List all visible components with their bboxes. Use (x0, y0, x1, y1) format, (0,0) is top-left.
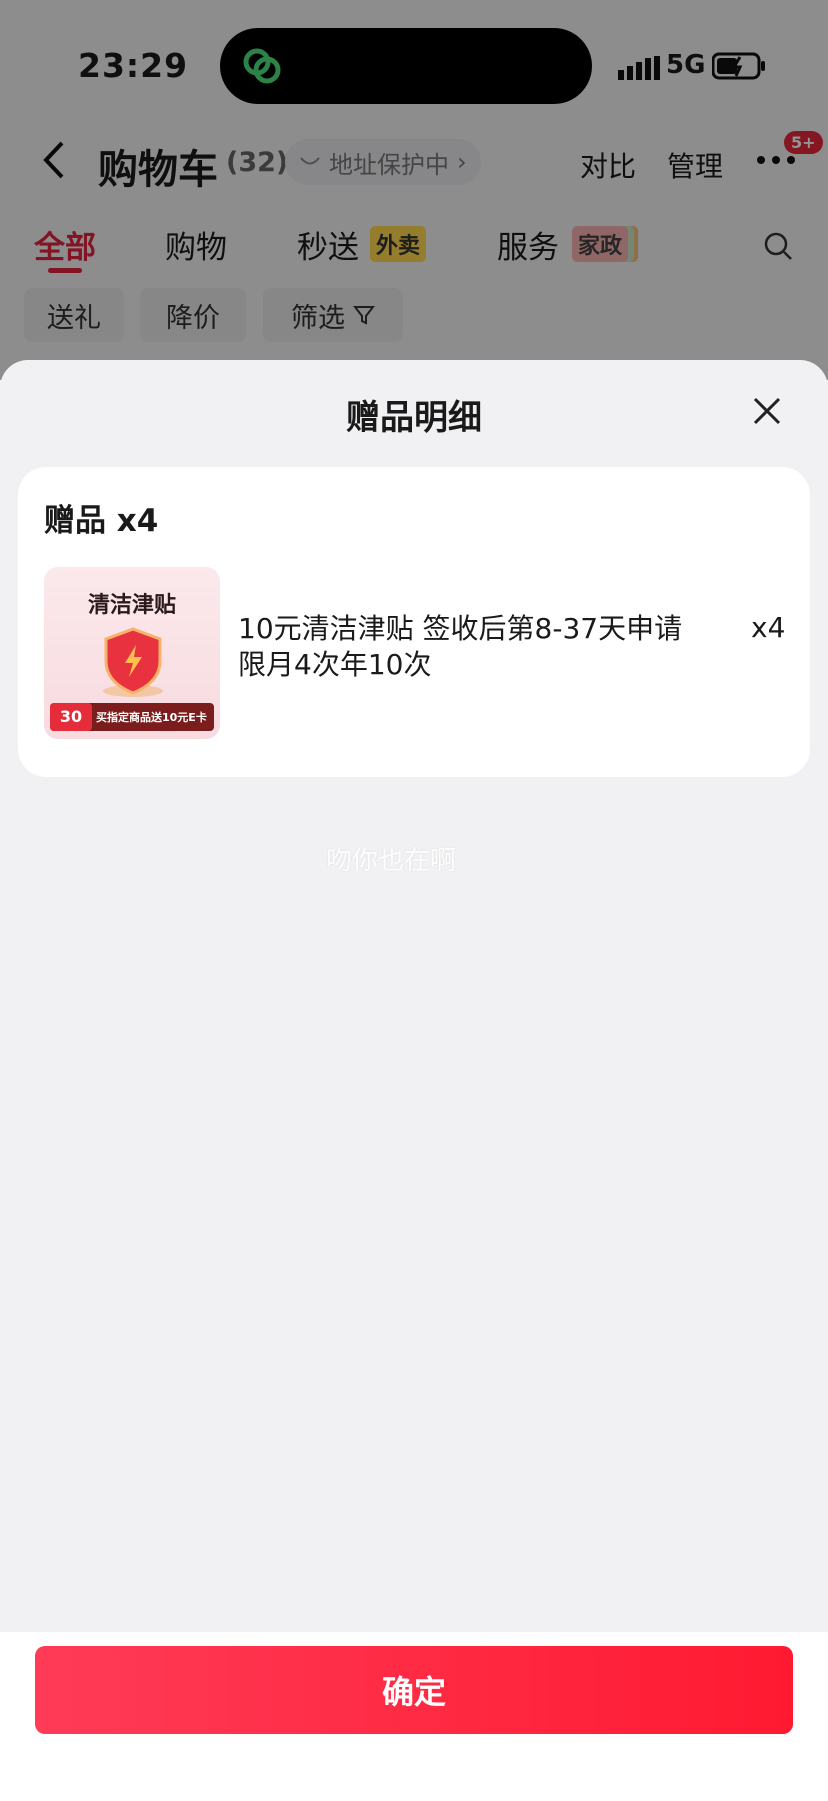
watermark-text: 吻你也在啊 (325, 846, 456, 876)
gift-count-header: 赠品 x4 (44, 503, 159, 539)
thumbnail-badge: 30 (50, 703, 92, 731)
confirm-button[interactable]: 确定 (35, 1646, 793, 1734)
gift-card: 赠品 x4 清洁津贴 30 买指定商品送10元E卡 10元清洁津贴 签收后第8-… (18, 467, 810, 777)
bottom-action-bar: 确定 (0, 1632, 828, 1801)
shield-icon (103, 627, 163, 697)
gift-thumbnail[interactable]: 清洁津贴 30 买指定商品送10元E卡 (44, 567, 220, 739)
sheet-title: 赠品明细 (346, 398, 482, 438)
gift-details-sheet: 赠品明细 赠品 x4 清洁津贴 30 买指定商品送10元E卡 10元清洁津贴 签… (0, 360, 828, 1801)
modal-overlay[interactable] (0, 0, 828, 380)
close-icon[interactable] (752, 396, 782, 426)
gift-quantity: x4 (751, 611, 786, 644)
thumbnail-caption: 买指定商品送10元E卡 (96, 711, 207, 724)
thumbnail-title: 清洁津贴 (87, 593, 176, 618)
gift-description: 10元清洁津贴 签收后第8-37天申请限月4次年10次 (238, 612, 683, 681)
